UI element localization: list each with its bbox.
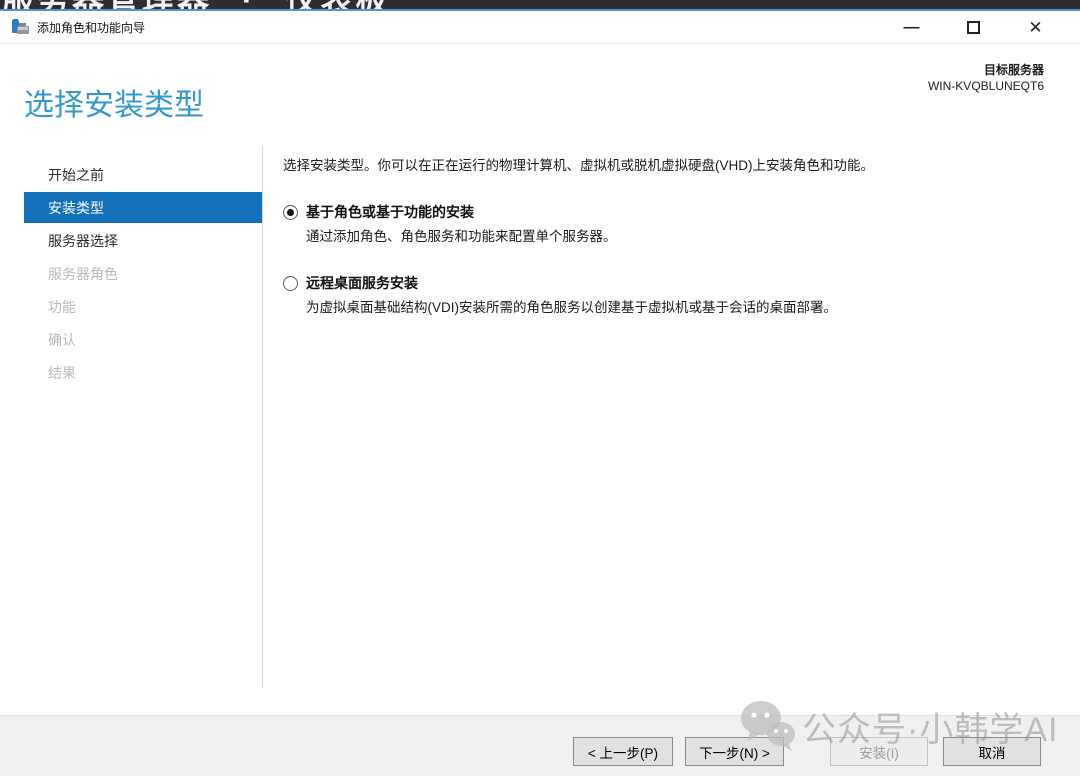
sidebar-item-confirmation: 确认: [24, 324, 262, 355]
sidebar-item-results: 结果: [24, 357, 262, 388]
option-role-based-row[interactable]: 基于角色或基于功能的安装: [283, 202, 1062, 222]
page-title: 选择安装类型: [24, 80, 204, 124]
sidebar-item-server-roles: 服务器角色: [24, 258, 262, 289]
install-button: 安装(I): [830, 737, 928, 766]
target-server-name: WIN-KVQBLUNEQT6: [928, 78, 1044, 94]
maximize-button[interactable]: [951, 14, 996, 41]
sidebar-divider: [262, 146, 263, 688]
background-window-sliver: 服务器管理器 · 仪表板: [0, 0, 1080, 9]
option-role-based: 基于角色或基于功能的安装 通过添加角色、角色服务和功能来配置单个服务器。: [283, 202, 1062, 246]
wizard-icon: [12, 18, 30, 36]
option-role-based-description: 通过添加角色、角色服务和功能来配置单个服务器。: [306, 227, 1062, 246]
target-server-block: 目标服务器 WIN-KVQBLUNEQT6: [928, 62, 1044, 94]
maximize-icon: [967, 21, 980, 34]
title-bar: 添加角色和功能向导 — ✕: [0, 11, 1080, 44]
option-remote-desktop: 远程桌面服务安装 为虚拟桌面基础结构(VDI)安装所需的角色服务以创建基于虚拟机…: [283, 273, 1062, 317]
next-button[interactable]: 下一步(N) >: [685, 737, 784, 766]
intro-text: 选择安装类型。你可以在正在运行的物理计算机、虚拟机或脱机虚拟硬盘(VHD)上安装…: [283, 156, 1062, 175]
minimize-button[interactable]: —: [889, 14, 934, 41]
cancel-button[interactable]: 取消: [943, 737, 1041, 766]
sidebar-item-server-selection[interactable]: 服务器选择: [24, 225, 262, 256]
footer-bar: < 上一步(P) 下一步(N) > 安装(I) 取消: [0, 715, 1080, 776]
window-title: 添加角色和功能向导: [37, 19, 145, 36]
main-content: 选择安装类型。你可以在正在运行的物理计算机、虚拟机或脱机虚拟硬盘(VHD)上安装…: [283, 146, 1062, 317]
sidebar-item-features: 功能: [24, 291, 262, 322]
sidebar-item-installation-type[interactable]: 安装类型: [24, 192, 262, 223]
radio-role-based-icon[interactable]: [283, 205, 298, 220]
sidebar-item-before-you-begin[interactable]: 开始之前: [24, 159, 262, 190]
wizard-window: 服务器管理器 · 仪表板 添加角色和功能向导 — ✕ 选择安装类型 目标服务器 …: [0, 0, 1080, 776]
target-server-label: 目标服务器: [928, 62, 1044, 78]
option-role-based-label: 基于角色或基于功能的安装: [306, 202, 474, 222]
page-header: 选择安装类型 目标服务器 WIN-KVQBLUNEQT6: [0, 44, 1080, 146]
previous-button[interactable]: < 上一步(P): [573, 737, 673, 766]
radio-remote-desktop-icon[interactable]: [283, 276, 298, 291]
option-remote-desktop-label: 远程桌面服务安装: [306, 273, 418, 293]
background-window-title: 服务器管理器 · 仪表板: [2, 0, 390, 9]
window-controls: — ✕: [889, 11, 1058, 44]
wizard-steps-sidebar: 开始之前 安装类型 服务器选择 服务器角色 功能 确认 结果: [0, 146, 262, 390]
option-remote-desktop-row[interactable]: 远程桌面服务安装: [283, 273, 1062, 293]
close-button[interactable]: ✕: [1013, 14, 1058, 41]
option-remote-desktop-description: 为虚拟桌面基础结构(VDI)安装所需的角色服务以创建基于虚拟机或基于会话的桌面部…: [306, 298, 1062, 317]
